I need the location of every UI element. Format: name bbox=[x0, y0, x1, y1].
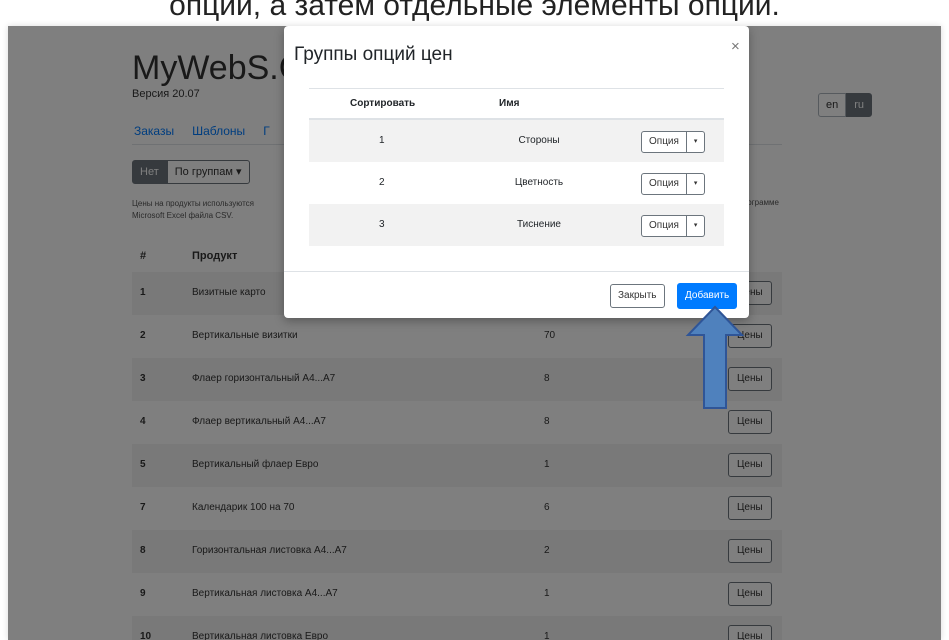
app-page: MyWebS.Ca Версия 20.07 en ru Заказы Шабл… bbox=[8, 26, 941, 640]
slide-caption: опции, а затем отдельные элементы опции. bbox=[169, 0, 780, 22]
arrow-shape bbox=[685, 305, 745, 409]
up-arrow-annotation bbox=[685, 305, 745, 409]
